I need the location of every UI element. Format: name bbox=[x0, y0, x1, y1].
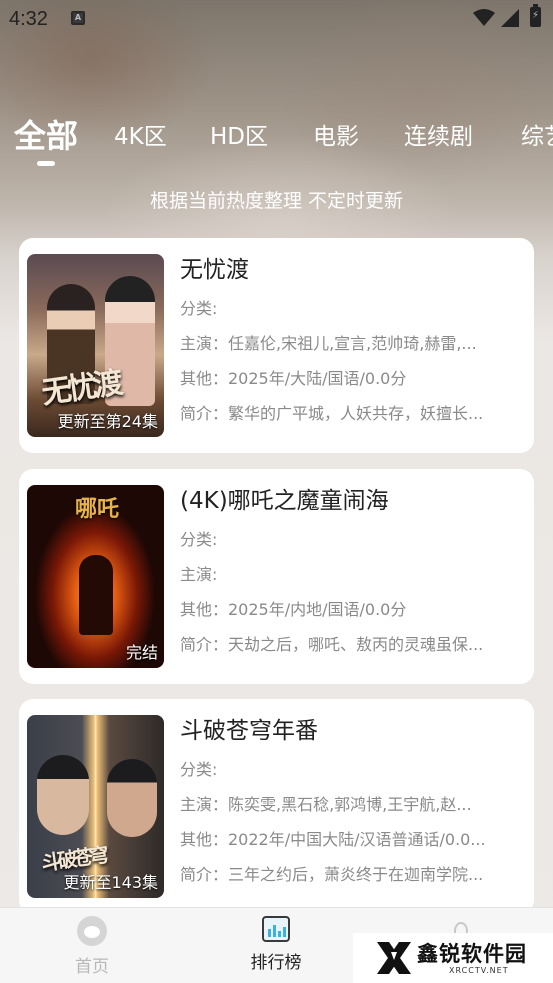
item-cast: 主演：陈奕雯,黑石稔,郭鸿博,王宇航,赵... bbox=[180, 795, 472, 814]
item-other: 其他：2022年/中国大陆/汉语普通话/0.0... bbox=[180, 830, 486, 849]
item-intro: 简介：繁华的广平城，人妖共存，妖擅长... bbox=[180, 404, 484, 423]
list-item[interactable]: 哪吒 完结 (4K)哪吒之魔童闹海 分类: 主演: 其他：2025年/内地/国语… bbox=[19, 469, 534, 684]
item-title: (4K)哪吒之魔童闹海 bbox=[180, 488, 389, 514]
chart-icon bbox=[262, 916, 290, 942]
item-other: 其他：2025年/大陆/国语/0.0分 bbox=[180, 369, 407, 388]
home-icon bbox=[77, 916, 107, 946]
nav-home-label: 首页 bbox=[75, 957, 109, 977]
poster-image[interactable]: 斗破苍穹 更新至143集 bbox=[27, 715, 164, 898]
item-category: 分类: bbox=[180, 299, 218, 318]
status-bar: 4:32 A ⚡ bbox=[0, 0, 553, 38]
poster-logo: 哪吒 bbox=[75, 496, 120, 522]
nav-rank[interactable]: 排行榜 bbox=[226, 916, 326, 973]
tab-4k[interactable]: 4K区 bbox=[114, 112, 167, 162]
battery-icon: ⚡ bbox=[530, 4, 541, 27]
wifi-icon bbox=[473, 9, 495, 26]
item-title: 斗破苍穹年番 bbox=[180, 718, 318, 744]
tab-all[interactable]: 全部 bbox=[14, 112, 78, 160]
item-intro: 简介：天劫之后，哪吒、敖丙的灵魂虽保... bbox=[180, 635, 484, 654]
tab-hd[interactable]: HD区 bbox=[210, 112, 268, 162]
watermark: 鑫锐软件园 XRCCTV.NET bbox=[353, 933, 553, 983]
category-tabs: 全部 4K区 HD区 电影 连续剧 综艺 bbox=[0, 112, 553, 172]
poster-figure bbox=[79, 555, 113, 635]
watermark-domain: XRCCTV.NET bbox=[449, 966, 509, 975]
nav-rank-label: 排行榜 bbox=[250, 953, 302, 973]
list-item[interactable]: 斗破苍穹 更新至143集 斗破苍穹年番 分类: 主演：陈奕雯,黑石稔,郭鸿博,王… bbox=[19, 699, 534, 914]
item-cast: 主演：任嘉伦,宋祖儿,宣言,范帅琦,赫雷,... bbox=[180, 334, 477, 353]
poster-figure bbox=[37, 755, 89, 835]
nav-home[interactable]: 首页 bbox=[42, 916, 142, 977]
episode-badge: 完结 bbox=[125, 643, 158, 662]
poster-image[interactable]: 哪吒 完结 bbox=[27, 485, 164, 668]
episode-badge: 更新至143集 bbox=[63, 873, 158, 892]
clock: 4:32 bbox=[9, 8, 48, 30]
item-info: (4K)哪吒之魔童闹海 分类: 主演: 其他：2025年/内地/国语/0.0分 … bbox=[180, 485, 524, 657]
notification-icon: A bbox=[71, 11, 85, 25]
signal-icon bbox=[501, 9, 519, 27]
item-category: 分类: bbox=[180, 530, 218, 549]
item-info: 无忧渡 分类: 主演：任嘉伦,宋祖儿,宣言,范帅琦,赫雷,... 其他：2025… bbox=[180, 254, 524, 426]
tab-movie[interactable]: 电影 bbox=[313, 112, 359, 162]
list-item[interactable]: 无忧渡 更新至第24集 无忧渡 分类: 主演：任嘉伦,宋祖儿,宣言,范帅琦,赫雷… bbox=[19, 238, 534, 453]
tab-variety[interactable]: 综艺 bbox=[521, 112, 553, 162]
item-cast: 主演: bbox=[180, 565, 218, 584]
item-other: 其他：2025年/内地/国语/0.0分 bbox=[180, 600, 407, 619]
watermark-logo-icon bbox=[377, 942, 411, 974]
poster-figure bbox=[107, 759, 157, 837]
item-category: 分类: bbox=[180, 760, 218, 779]
watermark-text: 鑫锐软件园 bbox=[417, 942, 527, 966]
episode-badge: 更新至第24集 bbox=[57, 412, 158, 431]
active-tab-indicator bbox=[37, 161, 55, 166]
poster-image[interactable]: 无忧渡 更新至第24集 bbox=[27, 254, 164, 437]
item-intro: 简介：三年之约后，萧炎终于在迦南学院... bbox=[180, 865, 484, 884]
ranking-subtitle: 根据当前热度整理 不定时更新 bbox=[149, 190, 404, 212]
tab-series[interactable]: 连续剧 bbox=[404, 112, 473, 162]
item-info: 斗破苍穹年番 分类: 主演：陈奕雯,黑石稔,郭鸿博,王宇航,赵... 其他：20… bbox=[180, 715, 524, 887]
item-title: 无忧渡 bbox=[180, 257, 249, 283]
